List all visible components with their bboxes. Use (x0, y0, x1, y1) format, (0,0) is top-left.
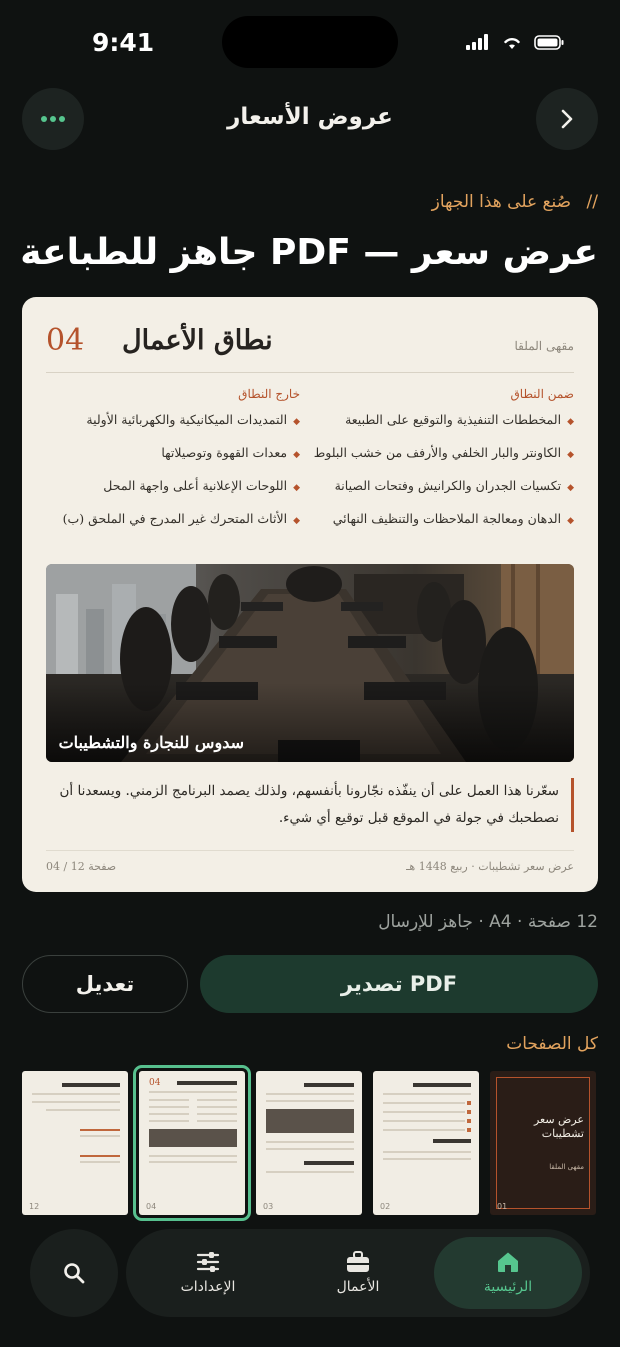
bullet-icon: ◆ (567, 450, 574, 460)
thumbnail-number: 03 (263, 1202, 274, 1211)
bullet-icon: ◆ (293, 450, 300, 460)
tab-settings[interactable]: الإعدادات (146, 1237, 270, 1309)
all-pages-heading: كل الصفحات (506, 1034, 598, 1054)
scope-item: ◆التمديدات الميكانيكية والكهربائية الأول… (86, 412, 300, 427)
quote-text: سعّرنا هذا العمل على أن ينفّذه نجّارونا … (46, 778, 574, 832)
page-thumbnail-selected[interactable]: 04 04 (133, 1065, 251, 1221)
tab-label: الأعمال (336, 1279, 380, 1295)
scope-item: ◆المخططات التنفيذية والتوقيع على الطبيعة (345, 412, 574, 427)
bullet-icon: ◆ (293, 417, 300, 427)
bullet-icon: ◆ (293, 483, 300, 493)
bullet-icon: ◆ (567, 516, 574, 526)
pdf-preview-card[interactable]: مقهى الملقا نطاق الأعمال 04 ضمن النطاق ◆… (22, 297, 598, 892)
out-scope-heading: خارج النطاق (238, 387, 300, 401)
scope-item: ◆الدهان ومعالجة الملاحظات والتنظيف النها… (332, 511, 574, 526)
in-scope-column: ضمن النطاق ◆المخططات التنفيذية والتوقيع … (313, 387, 575, 542)
page-thumbnail[interactable]: 03 (256, 1071, 362, 1215)
eyebrow-text: صُنع على هذا الجهاز (431, 192, 572, 212)
scope-item: ◆اللوحات الإعلانية أعلى واجهة المحل (103, 478, 300, 493)
page-title: عرض سعر — PDF جاهز للطباعة (20, 232, 598, 273)
page-thumbnail[interactable]: 02 (373, 1071, 479, 1215)
in-scope-heading: ضمن النطاق (510, 387, 575, 401)
eyebrow-mark: // (586, 192, 598, 212)
scope-item: ◆الأثاث المتحرك غير المدرج في الملحق (ب) (62, 511, 300, 526)
cellular-signal-icon (466, 34, 488, 50)
tab-bar: الإعدادات الأعمال الرئيسية (126, 1229, 590, 1317)
footer-divider (46, 850, 574, 851)
bullet-icon: ◆ (567, 483, 574, 493)
tab-home[interactable]: الرئيسية (434, 1237, 582, 1309)
document-meta: 12 صفحة · A4 · جاهز للإرسال (378, 912, 598, 932)
eyebrow: // صُنع على هذا الجهاز (432, 192, 598, 212)
cover-client: مقهى الملقا (549, 1163, 584, 1171)
briefcase-icon (347, 1251, 369, 1272)
battery-icon (534, 34, 564, 50)
search-icon (64, 1263, 85, 1284)
section-number: 04 (46, 323, 85, 358)
scope-item: ◆معدات القهوة وتوصيلاتها (161, 445, 300, 460)
thumbnail-number: 01 (497, 1202, 508, 1211)
search-button[interactable] (30, 1229, 118, 1317)
status-time: 9:41 (92, 28, 155, 57)
home-icon (498, 1252, 518, 1272)
scope-item: ◆الكاونتر والبار الخلفي والأرفف من خشب ا… (313, 445, 574, 460)
thumbnail-number: 04 (146, 1202, 157, 1211)
export-pdf-button[interactable]: تصدير PDF (200, 955, 598, 1013)
wifi-icon (504, 37, 520, 49)
tab-label: الرئيسية (483, 1279, 533, 1295)
tab-works[interactable]: الأعمال (296, 1237, 420, 1309)
chevron-right-icon (561, 109, 573, 129)
cover-title: عرض سعر تشطيبات (533, 1113, 584, 1140)
section-title: نطاق الأعمال (122, 325, 273, 356)
document-footer: عرض سعر تشطيبات · ربيع 1448 هـ (406, 860, 574, 873)
photo-caption: سدوس للنجارة والتشطيبات (58, 733, 244, 752)
scope-item: ◆تكسيات الجدران والكرانيش وفتحات الصيانة (334, 478, 574, 493)
page-label: صفحة 12 / 04 (46, 860, 117, 873)
dynamic-island (222, 16, 398, 68)
client-name: مقهى الملقا (514, 339, 574, 353)
page-thumbnail[interactable]: 12 (22, 1071, 128, 1215)
header-title: عروض الأسعار (227, 104, 393, 130)
divider (46, 372, 574, 373)
status-icons (466, 34, 564, 50)
cover-thumbnail[interactable]: عرض سعر تشطيبات مقهى الملقا 01 (490, 1071, 596, 1215)
thumbnail-number: 12 (29, 1202, 40, 1211)
bullet-icon: ◆ (293, 516, 300, 526)
tab-label: الإعدادات (180, 1279, 236, 1295)
thumbnail-section-number: 04 (149, 1078, 161, 1088)
thumbnail-number: 02 (380, 1202, 391, 1211)
boardroom-photo: سدوس للنجارة والتشطيبات (46, 564, 574, 762)
bullet-icon: ◆ (567, 417, 574, 427)
sliders-icon (196, 1252, 220, 1272)
back-button[interactable] (536, 88, 598, 150)
edit-button[interactable]: تعديل (22, 955, 188, 1013)
out-scope-column: خارج النطاق ◆التمديدات الميكانيكية والكه… (50, 387, 300, 542)
